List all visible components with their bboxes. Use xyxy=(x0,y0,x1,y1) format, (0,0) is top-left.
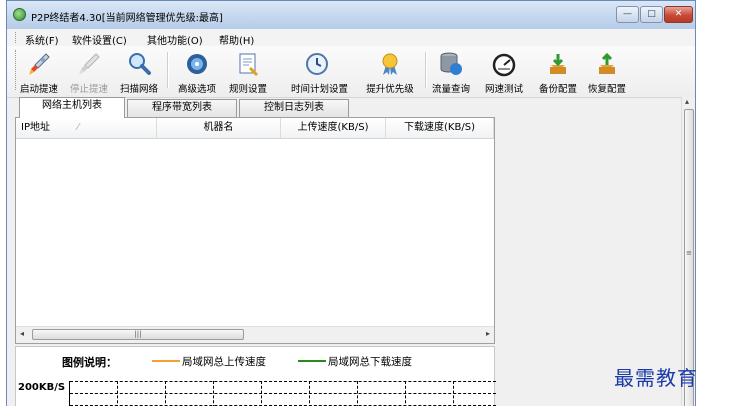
column-upload-speed[interactable]: 上传速度(KB/S) xyxy=(281,118,386,138)
minimize-button[interactable]: — xyxy=(616,6,639,23)
column-download-speed[interactable]: 下载速度(KB/S) xyxy=(386,118,494,138)
grid-line-v xyxy=(405,381,406,406)
rocket-gray-icon xyxy=(79,53,100,75)
menu-system[interactable]: 系统(F) xyxy=(25,32,59,47)
scroll-left-arrow-icon[interactable]: ◂ xyxy=(20,329,24,338)
sort-indicator-icon: ⁄ xyxy=(77,122,79,133)
tab-strip: 网络主机列表 程序带宽列表 控制日志列表 xyxy=(7,97,695,118)
download-legend-swatch xyxy=(298,360,326,362)
toolbar: 启动提速 停止提速 扫描网络 高级选项 规则设置 时间计划设置 提升优先级 流量… xyxy=(7,46,695,98)
tab-program-bandwidth[interactable]: 程序带宽列表 xyxy=(127,99,237,117)
column-machine-name[interactable]: 机器名 xyxy=(157,118,281,138)
grid-line-v xyxy=(309,381,310,406)
grid-line-v xyxy=(213,381,214,406)
right-pane xyxy=(495,117,681,344)
stop-boost-label: 停止提速 xyxy=(69,84,108,95)
advanced-options-label: 高级选项 xyxy=(177,84,216,95)
tab-control-log[interactable]: 控制日志列表 xyxy=(239,99,349,117)
clock-icon xyxy=(306,53,328,75)
legend-title: 图例说明： xyxy=(62,356,117,369)
speed-graph-plot xyxy=(69,381,496,406)
start-boost-label: 启动提速 xyxy=(19,84,58,95)
watermark-text: 最需教育 xyxy=(614,366,698,390)
close-button[interactable]: ✕ xyxy=(664,6,693,23)
horizontal-scroll-thumb[interactable]: ||| xyxy=(32,329,244,340)
document-icon xyxy=(239,53,259,77)
medal-icon xyxy=(382,53,398,75)
menu-other-functions[interactable]: 其他功能(O) xyxy=(147,32,203,47)
rule-settings-button[interactable]: 规则设置 xyxy=(229,48,267,95)
main-window: P2P终结者4.30[当前网络管理优先级:最高] — □ ✕ 系统(F) 软件设… xyxy=(6,0,696,406)
speed-graph-panel: 图例说明： 局域网总上传速度 局域网总下载速度 200KB/S xyxy=(15,346,496,406)
maximize-button[interactable]: □ xyxy=(640,6,663,23)
title-bar: P2P终结者4.30[当前网络管理优先级:最高] — □ ✕ xyxy=(7,1,695,29)
scroll-up-arrow-icon[interactable]: ▴ xyxy=(685,97,689,106)
host-list-view[interactable]: IP地址 ⁄ 机器名 上传速度(KB/S) 下载速度(KB/S) ◂ ||| ▸ xyxy=(15,117,495,344)
grid-line-v xyxy=(117,381,118,406)
menu-grip xyxy=(15,32,18,43)
grid-line-h xyxy=(70,393,496,394)
database-icon xyxy=(440,52,462,75)
grid-line-v xyxy=(165,381,166,406)
speed-test-label: 网速测试 xyxy=(484,84,523,95)
advanced-options-button[interactable]: 高级选项 xyxy=(178,48,216,95)
upload-legend-label: 局域网总上传速度 xyxy=(182,356,266,368)
time-plan-settings-button[interactable]: 时间计划设置 xyxy=(291,48,348,95)
speedometer-icon xyxy=(492,53,516,77)
toolbar-separator xyxy=(167,52,169,88)
stop-boost-button[interactable]: 停止提速 xyxy=(70,48,108,95)
list-header: IP地址 ⁄ 机器名 上传速度(KB/S) 下载速度(KB/S) xyxy=(16,118,494,139)
grid-line-v xyxy=(453,381,454,406)
scan-network-label: 扫描网络 xyxy=(119,84,158,95)
grid-line-v xyxy=(261,381,262,406)
time-plan-settings-label: 时间计划设置 xyxy=(291,84,349,95)
grid-line-h xyxy=(70,381,496,382)
menu-software-settings[interactable]: 软件设置(C) xyxy=(72,32,127,47)
scan-network-button[interactable]: 扫描网络 xyxy=(120,48,158,95)
download-legend-label: 局域网总下载速度 xyxy=(328,356,412,368)
restore-config-label: 恢复配置 xyxy=(587,84,626,95)
restore-icon xyxy=(599,52,615,74)
menu-bar: 系统(F) 软件设置(C) 其他功能(O) 帮助(H) xyxy=(7,29,695,47)
traffic-query-label: 流量查询 xyxy=(431,84,470,95)
grid-line-v xyxy=(357,381,358,406)
raise-priority-label: 提升优先级 xyxy=(366,84,414,95)
scroll-grip-icon: ≡ xyxy=(686,249,692,257)
traffic-query-button[interactable]: 流量查询 xyxy=(432,48,470,95)
column-ip-address[interactable]: IP地址 ⁄ xyxy=(16,118,157,138)
backup-config-button[interactable]: 备份配置 xyxy=(539,48,577,95)
window-title: P2P终结者4.30[当前网络管理优先级:最高] xyxy=(31,13,223,24)
vertical-scrollbar[interactable]: ▴ ≡ xyxy=(681,97,695,406)
app-icon xyxy=(13,8,26,21)
rule-settings-label: 规则设置 xyxy=(228,84,267,95)
backup-icon xyxy=(550,54,566,74)
restore-config-button[interactable]: 恢复配置 xyxy=(588,48,626,95)
rocket-icon xyxy=(29,53,50,75)
backup-config-label: 备份配置 xyxy=(538,84,577,95)
speed-test-button[interactable]: 网速测试 xyxy=(485,48,523,95)
horizontal-scrollbar[interactable]: ◂ ||| ▸ xyxy=(16,326,494,343)
y-axis-max-label: 200KB/S xyxy=(18,382,66,393)
column-ip-address-label: IP地址 xyxy=(21,122,50,133)
start-boost-button[interactable]: 启动提速 xyxy=(20,48,58,95)
tab-host-list[interactable]: 网络主机列表 xyxy=(19,97,125,118)
raise-priority-button[interactable]: 提升优先级 xyxy=(366,48,414,95)
scroll-right-arrow-icon[interactable]: ▸ xyxy=(486,329,490,338)
disc-icon xyxy=(187,54,207,74)
magnifier-icon xyxy=(129,53,151,75)
menu-help[interactable]: 帮助(H) xyxy=(219,32,254,47)
upload-legend-swatch xyxy=(152,360,180,362)
